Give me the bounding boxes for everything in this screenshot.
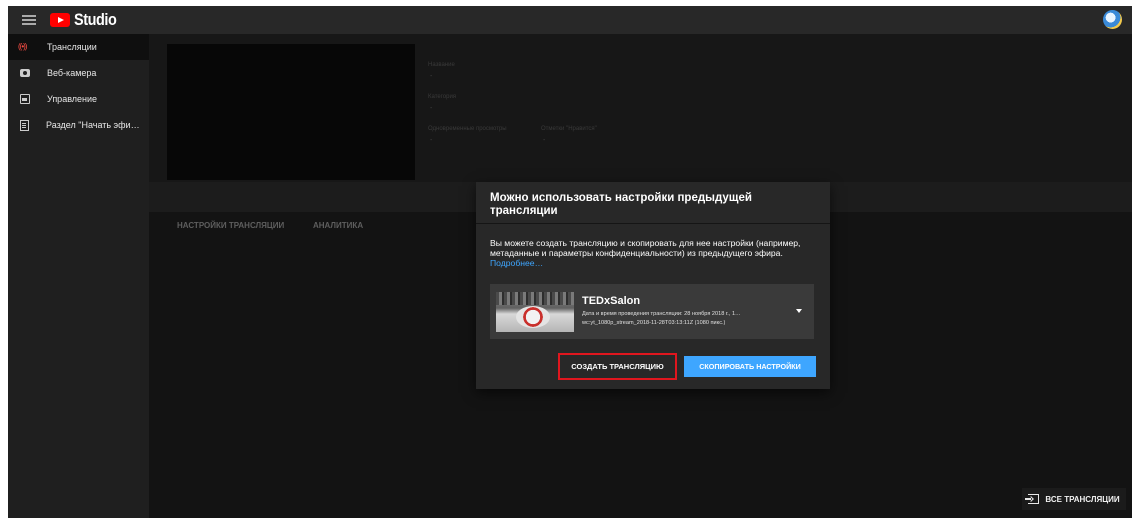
sidebar-item-label: Управление [47,94,98,104]
sidebar-item-webcam[interactable]: Веб-камера [8,60,149,86]
copy-settings-button[interactable]: СКОПИРОВАТЬ НАСТРОЙКИ [684,356,816,377]
stream-preview-panel: Название - Категория - Одновременные про… [149,34,1132,182]
dialog-actions: СОЗДАТЬ ТРАНСЛЯЦИЮ СКОПИРОВАТЬ НАСТРОЙКИ [476,347,830,389]
calendar-icon [20,94,30,104]
reuse-settings-dialog: Можно использовать настройки предыдущей … [476,182,830,389]
top-bar: Studio [8,6,1132,34]
sidebar: ((•)) Трансляции Веб-камера Управление Р… [8,34,149,518]
exit-to-app-icon [1025,494,1040,504]
tab-analytics[interactable]: АНАЛИТИКА [313,221,363,230]
chevron-down-icon[interactable] [796,309,802,313]
dialog-body: Вы можете создать трансляцию и скопирова… [476,224,830,339]
copy-settings-label: СКОПИРОВАТЬ НАСТРОЙКИ [699,362,801,371]
create-stream-label: СОЗДАТЬ ТРАНСЛЯЦИЮ [571,362,664,371]
studio-window: Studio ((•)) Трансляции Веб-камера Управ… [8,6,1132,518]
category-label: Категория [428,94,457,100]
menu-icon[interactable] [22,15,36,25]
logo-text: Studio [74,10,117,29]
category-value: - [430,105,433,112]
title-value: - [430,73,433,80]
create-stream-button[interactable]: СОЗДАТЬ ТРАНСЛЯЦИЮ [558,353,677,380]
sidebar-item-label: Трансляции [47,42,97,52]
stream-title: TEDxSalon [582,295,641,307]
video-preview [167,44,415,180]
stream-key: wc:yt_1080p_stream_2018-11-28T03:13:11Z … [582,320,726,326]
sidebar-item-label: Раздел "Начать эфи… [46,120,140,130]
document-icon [20,119,29,131]
account-avatar[interactable] [1103,10,1122,29]
likes-label: Отметки "Нравится" [541,126,597,132]
stream-info: TEDxSalon Дата и время проведения трансл… [582,295,741,328]
live-broadcast-icon: ((•)) [18,42,27,51]
dialog-title: Можно использовать настройки предыдущей … [490,192,752,217]
all-streams-button[interactable]: ВСЕ ТРАНСЛЯЦИИ [1022,488,1126,510]
dialog-header: Можно использовать настройки предыдущей … [476,182,830,224]
likes-value: - [543,137,546,144]
camera-icon [20,69,30,77]
title-label: Название [428,62,455,68]
dialog-description: Вы можете создать трансляцию и скопирова… [490,238,810,268]
dialog-description-text: Вы можете создать трансляцию и скопирова… [490,238,801,258]
sidebar-item-manage[interactable]: Управление [8,86,149,112]
sidebar-item-label: Веб-камера [47,68,97,78]
previous-stream-select[interactable]: TEDxSalon Дата и время проведения трансл… [490,284,814,339]
stream-thumbnail [496,291,574,332]
concurrent-viewers-label: Одновременные просмотры [428,126,507,132]
youtube-play-icon [50,13,70,27]
sidebar-item-go-live-section[interactable]: Раздел "Начать эфи… [8,112,149,138]
sidebar-item-broadcasts[interactable]: ((•)) Трансляции [8,34,149,60]
stream-datetime: Дата и время проведения трансляции: 28 н… [582,311,741,317]
all-streams-label: ВСЕ ТРАНСЛЯЦИИ [1045,494,1120,504]
concurrent-viewers-value: - [430,137,433,144]
studio-logo[interactable]: Studio [50,10,124,30]
learn-more-link[interactable]: Подробнее… [490,258,543,268]
tab-stream-settings[interactable]: НАСТРОЙКИ ТРАНСЛЯЦИИ [177,221,284,230]
